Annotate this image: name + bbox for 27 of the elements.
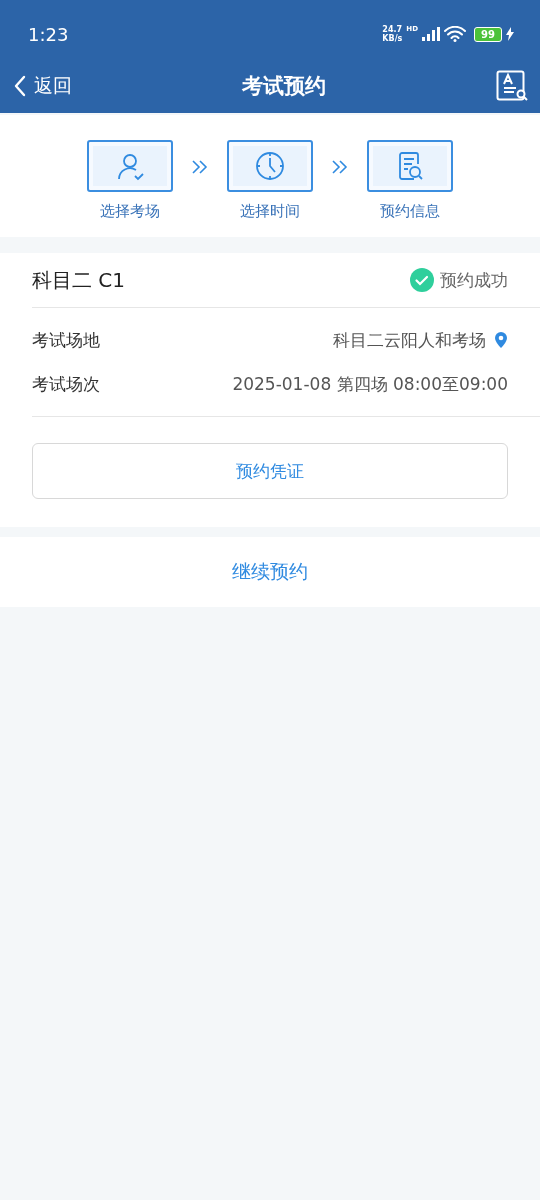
wifi-icon [444, 26, 466, 42]
success-check-icon [410, 268, 434, 292]
page-title: 考试预约 [242, 73, 326, 100]
clock-icon [254, 150, 286, 182]
clock-time: 1:23 [28, 23, 69, 45]
booking-status: 预约成功 [440, 268, 508, 292]
step-label: 预约信息 [380, 202, 440, 221]
continue-button[interactable]: 继续预约 [0, 537, 540, 607]
speed-unit: KB/s [382, 34, 403, 43]
document-search-icon [496, 70, 528, 102]
battery-indicator: 99 [474, 26, 502, 42]
charging-icon [506, 27, 514, 41]
field-value: 科目二云阳人和考场 [333, 328, 486, 352]
double-chevron-icon [191, 159, 209, 175]
document-search-button[interactable] [496, 70, 528, 102]
location-pin-icon [494, 331, 508, 349]
double-chevron-icon [331, 159, 349, 175]
step-label: 选择时间 [240, 202, 300, 221]
voucher-button[interactable]: 预约凭证 [32, 443, 508, 499]
step-label: 选择考场 [100, 202, 160, 221]
field-value: 2025-01-08 第四场 08:00至09:00 [232, 372, 508, 396]
network-speed: 24.7 [382, 25, 403, 34]
field-label: 考试场地 [32, 328, 100, 352]
back-button[interactable]: 返回 [14, 73, 72, 99]
field-label: 考试场次 [32, 372, 100, 396]
signal-icon [422, 27, 440, 41]
exam-subject: 科目二 C1 [32, 266, 126, 294]
